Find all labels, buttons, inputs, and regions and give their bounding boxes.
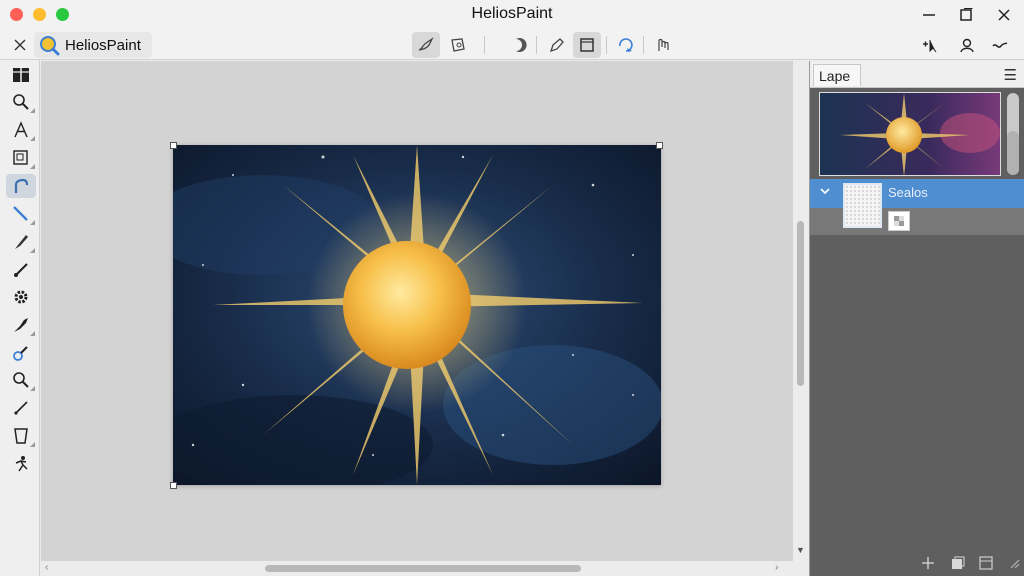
lasso-icon[interactable] — [6, 174, 36, 198]
layer-thumbnail[interactable] — [843, 183, 882, 228]
pen-tool-icon[interactable] — [6, 396, 36, 420]
brush-icon[interactable] — [6, 230, 36, 254]
layer-mask-thumbnail[interactable] — [888, 211, 910, 231]
brush-settings-icon[interactable] — [412, 32, 440, 58]
figure-icon[interactable] — [6, 452, 36, 476]
minimize-icon[interactable] — [918, 4, 940, 26]
fill-icon[interactable] — [6, 313, 36, 337]
artwork-image[interactable] — [173, 145, 661, 485]
frame-icon[interactable] — [573, 32, 601, 58]
add-layer-icon[interactable] — [918, 553, 938, 573]
toolbar-separator — [643, 36, 644, 54]
resize-handle-bottom-left[interactable] — [170, 482, 177, 489]
wave-icon[interactable] — [986, 32, 1014, 58]
canvas-area[interactable] — [41, 61, 793, 561]
layer-options-icon[interactable] — [976, 553, 996, 573]
toolbar-separator — [606, 36, 607, 54]
pencil-icon[interactable] — [6, 258, 36, 282]
horizontal-scrollbar[interactable]: ‹ › — [41, 561, 808, 576]
bucket-icon[interactable] — [6, 424, 36, 448]
crescent-icon[interactable] — [505, 32, 533, 58]
eyedropper-icon[interactable] — [6, 341, 36, 365]
panel-icon[interactable] — [6, 63, 36, 87]
vertical-scroll-thumb[interactable] — [797, 221, 804, 386]
toolbar-separator — [484, 36, 485, 54]
magnifier-icon[interactable] — [6, 368, 36, 392]
title-bar: HeliosPaint — [0, 0, 1024, 30]
text-icon[interactable] — [6, 118, 36, 142]
layers-tab[interactable]: Lape — [813, 64, 861, 86]
app-name: HeliosPaint — [65, 36, 141, 54]
maximize-icon[interactable] — [955, 4, 977, 26]
canvas-preview[interactable] — [819, 92, 1001, 176]
layer-name[interactable]: Sealos — [888, 185, 928, 200]
resize-handle-top-left[interactable] — [170, 142, 177, 149]
panel-menu-icon[interactable]: ☰ — [1004, 66, 1017, 84]
line-icon[interactable] — [6, 202, 36, 226]
app-logo-icon — [40, 36, 60, 56]
tool-palette — [0, 60, 40, 576]
crop-icon[interactable] — [6, 146, 36, 170]
user-icon[interactable] — [953, 32, 981, 58]
scroll-right-icon[interactable]: › — [775, 562, 778, 573]
horizontal-scroll-thumb[interactable] — [265, 565, 581, 572]
gear-icon[interactable] — [6, 285, 36, 309]
preview-scroll-thumb[interactable] — [1007, 131, 1019, 175]
main-toolbar: HeliosPaint — [0, 30, 1024, 60]
rotate-icon[interactable] — [612, 32, 640, 58]
zoom-icon[interactable] — [6, 90, 36, 114]
pen-icon[interactable] — [543, 32, 571, 58]
collapse-icon[interactable] — [6, 32, 34, 58]
scroll-down-icon[interactable]: ▼ — [796, 545, 805, 555]
window-title: HeliosPaint — [471, 5, 553, 22]
toolbar-separator — [536, 36, 537, 54]
chevron-down-icon[interactable] — [820, 186, 830, 198]
cursor-add-icon[interactable] — [917, 32, 945, 58]
duplicate-layer-icon[interactable] — [948, 553, 968, 573]
app-switcher[interactable]: HeliosPaint — [34, 32, 152, 58]
layers-footer — [810, 550, 1024, 576]
resize-grip-icon[interactable] — [1004, 553, 1024, 573]
scroll-left-icon[interactable]: ‹ — [45, 562, 48, 573]
resize-handle-top-right[interactable] — [656, 142, 663, 149]
transform-icon[interactable] — [444, 32, 472, 58]
gesture-icon[interactable] — [650, 32, 678, 58]
layers-panel-header: Lape ☰ — [810, 61, 1024, 88]
close-icon[interactable] — [993, 4, 1015, 26]
layers-panel: Lape ☰ Sealos — [809, 61, 1024, 576]
vertical-scrollbar[interactable]: ▼ — [793, 61, 808, 561]
